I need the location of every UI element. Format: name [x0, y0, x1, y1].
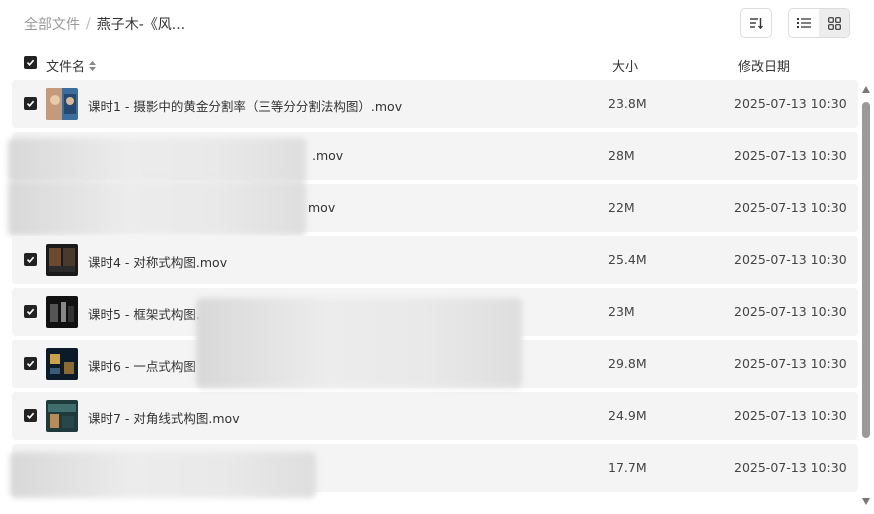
- file-date: 2025-07-13 10:30: [734, 304, 847, 319]
- video-thumbnail: [46, 88, 78, 120]
- size-column-header[interactable]: 大小: [612, 56, 638, 75]
- row-checkbox[interactable]: [24, 305, 37, 318]
- video-thumbnail: [46, 400, 78, 432]
- row-checkbox[interactable]: [24, 97, 37, 110]
- file-row[interactable]: .mov 28M 2025-07-13 10:30: [8, 132, 858, 182]
- video-thumbnail: [46, 348, 78, 380]
- file-size: 28M: [608, 148, 635, 163]
- file-row[interactable]: 课时5 - 框架式构图. 23M 2025-07-13 10:30: [12, 288, 858, 388]
- file-date: 2025-07-13 10:30: [734, 96, 847, 111]
- checkmark-icon: [26, 360, 35, 367]
- row-checkbox[interactable]: [24, 253, 37, 266]
- name-column-label: 文件名: [46, 60, 86, 75]
- file-row[interactable]: 课时4 - 对称式构图.mov 25.4M 2025-07-13 10:30: [12, 236, 858, 284]
- breadcrumb-current-folder: 燕子木-《风...: [96, 17, 186, 33]
- video-thumbnail: [46, 244, 78, 276]
- video-thumbnail: [46, 296, 78, 328]
- file-name[interactable]: .mov: [312, 148, 343, 163]
- breadcrumb-separator: /: [86, 16, 91, 32]
- breadcrumb: 全部文件 / 燕子木-《风...: [24, 14, 185, 34]
- breadcrumb-root-link[interactable]: 全部文件: [24, 14, 80, 34]
- select-all-checkbox[interactable]: [24, 56, 37, 69]
- file-list-header: 文件名 大小 修改日期: [0, 48, 874, 80]
- list-view-button[interactable]: [789, 9, 819, 37]
- file-date: 2025-07-13 10:30: [734, 356, 847, 371]
- blurred-region: [8, 180, 306, 236]
- blurred-region: [196, 298, 522, 388]
- file-list: 课时1 - 摄影中的黄金分割率（三等分分割法构图）.mov 23.8M 2025…: [8, 80, 858, 498]
- file-size: 17.7M: [608, 460, 647, 475]
- file-date: 2025-07-13 10:30: [734, 148, 847, 163]
- sort-icon: [750, 18, 763, 30]
- file-name[interactable]: 课时1 - 摄影中的黄金分割率（三等分分割法构图）.mov: [88, 96, 402, 115]
- blurred-region: [10, 452, 316, 498]
- blurred-region: [8, 138, 306, 182]
- row-checkbox[interactable]: [24, 357, 37, 370]
- file-size: 25.4M: [608, 252, 647, 267]
- file-size: 22M: [608, 200, 635, 215]
- file-size: 29.8M: [608, 356, 647, 371]
- vertical-scrollbar[interactable]: [861, 86, 871, 510]
- checkmark-icon: [26, 100, 35, 107]
- file-date: 2025-07-13 10:30: [734, 200, 847, 215]
- list-view-icon: [797, 18, 811, 28]
- file-date: 2025-07-13 10:30: [734, 252, 847, 267]
- file-name[interactable]: 课时5 - 框架式构图.: [88, 304, 200, 323]
- file-row[interactable]: 课时1 - 摄影中的黄金分割率（三等分分割法构图）.mov 23.8M 2025…: [12, 80, 858, 128]
- checkmark-icon: [26, 256, 35, 263]
- scroll-up-arrow-icon[interactable]: [862, 86, 870, 93]
- file-row[interactable]: mov 22M 2025-07-13 10:30: [8, 180, 858, 236]
- name-column-header[interactable]: 文件名: [46, 56, 97, 75]
- checkmark-icon: [26, 59, 35, 66]
- file-name[interactable]: 课时7 - 对角线式构图.mov: [88, 408, 240, 427]
- file-size: 24.9M: [608, 408, 647, 423]
- file-name[interactable]: mov: [308, 200, 335, 215]
- checkmark-icon: [26, 308, 35, 315]
- grid-view-icon: [827, 16, 841, 30]
- file-row[interactable]: 课时7 - 对角线式构图.mov 24.9M 2025-07-13 10:30: [12, 392, 858, 440]
- view-toggle: [788, 8, 850, 38]
- date-column-header[interactable]: 修改日期: [738, 56, 790, 75]
- grid-view-button[interactable]: [819, 9, 849, 37]
- file-date: 2025-07-13 10:30: [734, 408, 847, 423]
- sort-button[interactable]: [740, 8, 772, 38]
- row-checkbox[interactable]: [24, 409, 37, 422]
- checkmark-icon: [26, 412, 35, 419]
- sort-arrows-icon: [89, 60, 97, 71]
- file-date: 2025-07-13 10:30: [734, 460, 847, 475]
- file-size: 23.8M: [608, 96, 647, 111]
- scrollbar-thumb[interactable]: [862, 102, 870, 438]
- file-name[interactable]: 课时4 - 对称式构图.mov: [88, 252, 227, 271]
- scroll-down-arrow-icon[interactable]: [862, 498, 870, 505]
- file-name[interactable]: 课时6 - 一点式构图: [88, 356, 196, 375]
- file-size: 23M: [608, 304, 635, 319]
- file-row[interactable]: 17.7M 2025-07-13 10:30: [10, 444, 858, 498]
